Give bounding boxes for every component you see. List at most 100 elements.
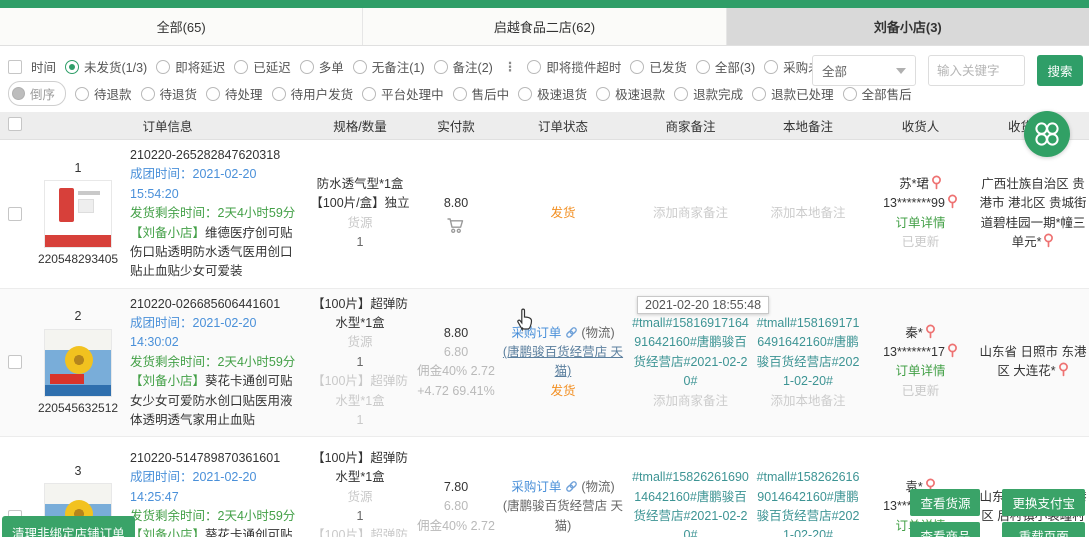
time-checkbox[interactable] [8, 60, 22, 74]
filter-fast-refund[interactable]: 极速退款 [596, 84, 665, 103]
filter-soon-delayed[interactable]: 即将延迟 [156, 57, 225, 76]
radio-icon [65, 60, 79, 74]
search-button[interactable]: 搜索 [1037, 55, 1083, 86]
thumb-decor [78, 199, 94, 213]
filter-delayed[interactable]: 已延迟 [234, 57, 291, 76]
purchase-shop-link[interactable]: (唐鹏骏百货经营店 天猫) [499, 343, 627, 382]
row-select-cell [0, 140, 30, 288]
cost-amount: 6.80 [444, 343, 468, 362]
order-detail-link[interactable]: 订单详情 [895, 362, 945, 381]
source-label: 货源 [347, 214, 372, 233]
filter-label: 即将揽件超时 [546, 57, 621, 76]
change-alipay-button[interactable]: 更换支付宝 [1002, 489, 1085, 516]
order-number[interactable]: 210220-026685606441601 [130, 295, 303, 314]
product-title-line[interactable]: 【刘备小店】葵花卡通创可贴女少女可爱防水创口贴医用液体透明透气家用止血贴 [130, 372, 303, 430]
merchant-note[interactable]: #tmall#1582626169014642160#唐鹏骏百货经营店#2021… [631, 468, 750, 537]
spec-text-secondary: 【100片】超弹防水型*1盒 [307, 372, 413, 411]
radio-icon [518, 87, 532, 101]
receiver-name: 秦* [905, 326, 922, 340]
local-note[interactable]: #tmall#1581691716491642160#唐鹏骏百货经营店#2021… [754, 314, 862, 392]
product-title-line[interactable]: 【刘备小店】葵花卡通创可贴女少女可爱防水创口贴医用液体透明透气家用止血贴 [130, 526, 303, 537]
filter-pickup-timeout[interactable]: 即将揽件超时 [527, 57, 621, 76]
paid-amount: 8.80 [444, 194, 468, 213]
logistics-label[interactable]: (物流) [581, 480, 614, 494]
keyword-input[interactable] [928, 55, 1025, 86]
filter-shipped[interactable]: 已发货 [630, 57, 687, 76]
reveal-address-icon[interactable] [1058, 362, 1069, 377]
shop-tag: 【刘备小店】 [130, 374, 205, 388]
shop-select-dropdown[interactable]: 全部 [812, 55, 916, 86]
reveal-phone-icon[interactable] [947, 194, 958, 209]
product-title-line[interactable]: 【刘备小店】维德医疗创可贴伤口贴透明防水透气医用创口贴止血贴少女可爱装 [130, 224, 303, 282]
filter-all-aftersale[interactable]: 全部售后 [843, 84, 912, 103]
filter-user-to-ship[interactable]: 待用户发货 [272, 84, 354, 103]
product-thumbnail[interactable] [44, 180, 112, 248]
purchase-order-link[interactable]: 采购订单 [511, 480, 561, 494]
float-clover-button[interactable] [1024, 111, 1070, 157]
filter-label: 未发货(1/3) [84, 57, 147, 76]
filter-label: 极速退款 [615, 84, 665, 103]
filter-no-note[interactable]: 无备注(1) [353, 57, 425, 76]
tab-all-shops[interactable]: 全部(65) [0, 8, 363, 45]
more-filters-icon[interactable]: ⋮ [502, 59, 519, 74]
add-local-note-link[interactable]: 添加本地备注 [770, 204, 845, 223]
view-product-button[interactable]: 查看商品 [910, 522, 980, 537]
order-detail-link[interactable]: 订单详情 [895, 214, 945, 233]
tab-shop-liubei[interactable]: 刘备小店(3) [727, 8, 1089, 45]
add-merchant-note-link[interactable]: 添加商家备注 [653, 392, 728, 411]
filter-aftersale-in[interactable]: 售后中 [453, 84, 510, 103]
filter-refund-pending[interactable]: 待退款 [75, 84, 132, 103]
order-number[interactable]: 210220-265282847620318 [130, 146, 303, 165]
paid-cell: 8.80 [415, 140, 497, 288]
filter-return-pending[interactable]: 待退货 [141, 84, 198, 103]
filter-not-shipped[interactable]: 未发货(1/3) [65, 57, 147, 76]
order-info-text: 210220-265282847620318 成团时间：2021-02-20 1… [130, 146, 303, 282]
filter-multi-order[interactable]: 多单 [300, 57, 344, 76]
filter-all[interactable]: 全部(3) [696, 57, 755, 76]
reveal-address-icon[interactable] [1043, 233, 1054, 248]
clean-unbound-orders-button[interactable]: 清理非绑定店铺订单 [2, 516, 135, 537]
radio-icon [527, 60, 541, 74]
filter-with-note[interactable]: 备注(2) [434, 57, 493, 76]
shop-tab-bar: 全部(65) 启越食品二店(62) 刘备小店(3) [0, 8, 1089, 46]
quantity: 1 [357, 233, 364, 252]
row-checkbox[interactable] [8, 355, 22, 369]
reveal-name-icon[interactable] [931, 175, 942, 190]
purchase-shop-link[interactable]: (唐鹏骏百货经营店 天猫) [499, 497, 627, 536]
add-local-note-link[interactable]: 添加本地备注 [770, 392, 845, 411]
reload-page-button[interactable]: 重载页面 [1002, 522, 1085, 537]
product-id: 220548293405 [38, 250, 118, 269]
ship-status[interactable]: 发货 [550, 204, 575, 223]
sort-desc-toggle[interactable]: 倒序 [8, 81, 66, 106]
reveal-name-icon[interactable] [925, 324, 936, 339]
updated-label: 已更新 [902, 382, 940, 401]
product-thumbnail[interactable] [44, 329, 112, 397]
filter-label: 平台处理中 [381, 84, 444, 103]
filter-fast-return[interactable]: 极速退货 [518, 84, 587, 103]
cart-icon[interactable] [446, 217, 466, 234]
chevron-down-icon [896, 68, 906, 74]
purchase-order-link[interactable]: 采购订单 [511, 326, 561, 340]
status-cell: 发货 [497, 140, 629, 288]
ship-status[interactable]: 发货 [550, 382, 575, 401]
add-merchant-note-link[interactable]: 添加商家备注 [653, 204, 728, 223]
radio-icon [596, 87, 610, 101]
reveal-phone-icon[interactable] [947, 343, 958, 358]
thumb-decor [50, 374, 84, 384]
merchant-note[interactable]: #tmall#1581691716491642160#唐鹏骏百货经营店#2021… [631, 314, 750, 392]
local-note[interactable]: #tmall#1582626169014642160#唐鹏骏百货经营店#2021… [754, 468, 862, 537]
select-all-checkbox[interactable] [8, 117, 22, 131]
filter-refund-done[interactable]: 退款完成 [674, 84, 743, 103]
filter-refund-processed[interactable]: 退款已处理 [752, 84, 834, 103]
order-number[interactable]: 210220-514789870361601 [130, 449, 303, 468]
row-index: 3 [75, 462, 82, 481]
filter-to-process[interactable]: 待处理 [206, 84, 263, 103]
shop-select-value: 全部 [822, 61, 847, 80]
view-source-button[interactable]: 查看货源 [910, 489, 980, 516]
row-checkbox[interactable] [8, 207, 22, 221]
receiver-name: 苏*珺 [899, 177, 929, 191]
tab-shop-qiyue[interactable]: 启越食品二店(62) [363, 8, 726, 45]
filter-platform-processing[interactable]: 平台处理中 [362, 84, 444, 103]
logistics-label[interactable]: (物流) [581, 326, 614, 340]
purchase-order-line: 采购订单 (物流) [511, 324, 614, 343]
